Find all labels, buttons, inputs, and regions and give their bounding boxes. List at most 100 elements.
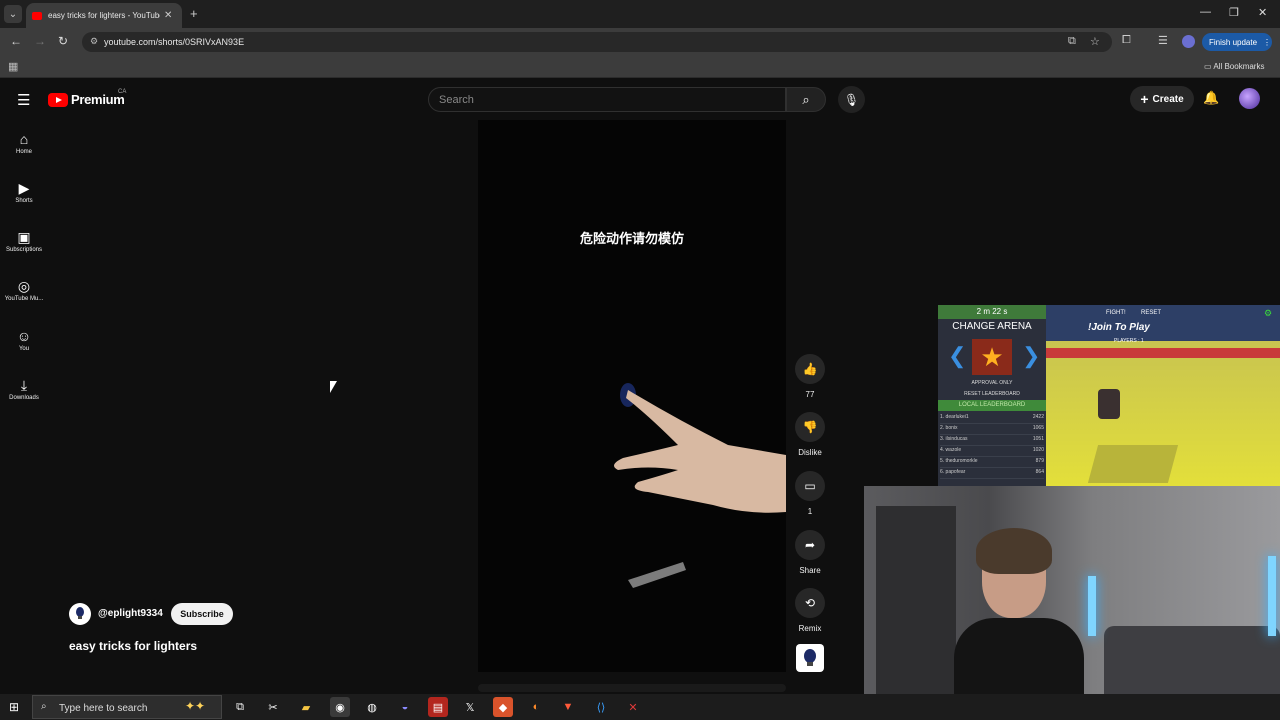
- sidebar-label: Home: [15, 149, 32, 155]
- account-avatar[interactable]: [1239, 88, 1260, 109]
- sidebar-label: Shorts: [15, 198, 33, 204]
- remix-icon[interactable]: ⟲: [795, 588, 825, 618]
- youtube-logo[interactable]: Premium CA: [48, 89, 127, 107]
- red-x-app-icon[interactable]: ✕: [623, 697, 643, 717]
- search-icon: ⌕: [41, 701, 47, 712]
- like-action[interactable]: 👍 77: [794, 354, 826, 399]
- fight-label: FIGHT!: [1106, 310, 1126, 316]
- lightbulb-icon: [804, 649, 816, 666]
- share-action[interactable]: ➦ Share: [794, 530, 826, 575]
- leaderboard-row: 3. ilsinducas 1051: [940, 436, 1044, 446]
- music-icon: ◎: [17, 278, 31, 294]
- tab-search-button[interactable]: ⌄: [4, 5, 22, 23]
- players-label: PLAYERS : 1: [1114, 338, 1144, 344]
- subscribe-button[interactable]: Subscribe: [171, 603, 233, 625]
- reset-leaderboard-label: RESET LEADERBOARD: [964, 391, 1020, 397]
- youtube-favicon-icon: [32, 11, 42, 20]
- logo-text: Premium: [71, 92, 125, 107]
- site-info-icon[interactable]: ⚙: [90, 36, 98, 47]
- restore-icon[interactable]: ❐: [1229, 6, 1239, 19]
- voice-search-button[interactable]: 🎙: [838, 86, 865, 113]
- bookmark-star-icon[interactable]: ☆: [1090, 35, 1100, 48]
- browser-tab[interactable]: easy tricks for lighters - YouTube ✕: [26, 3, 182, 28]
- sidebar-item-downloads[interactable]: ⤓ Downloads: [0, 377, 48, 417]
- task-view-icon[interactable]: ⧉: [230, 697, 250, 717]
- channel-avatar[interactable]: [69, 603, 91, 625]
- close-window-icon[interactable]: ✕: [1258, 6, 1267, 19]
- comment-icon[interactable]: ▭: [795, 471, 825, 501]
- dislike-action[interactable]: 👎 Dislike: [794, 412, 826, 457]
- new-tab-button[interactable]: +: [190, 6, 198, 21]
- sidebar-item-youtube-music[interactable]: ◎ YouTube Mu...: [0, 278, 48, 318]
- like-icon[interactable]: 👍: [795, 354, 825, 384]
- forward-icon[interactable]: →: [34, 34, 46, 48]
- shorts-video-player[interactable]: 危险动作请勿模仿: [478, 120, 786, 672]
- sidebar-item-you[interactable]: ☺ You: [0, 328, 48, 368]
- leaderboard-score: 1051: [1032, 436, 1044, 442]
- red-app-icon[interactable]: ◆: [493, 697, 513, 717]
- sidebar-item-subscriptions[interactable]: ▣ Subscriptions: [0, 229, 48, 269]
- comments-action[interactable]: ▭ 1: [794, 471, 826, 516]
- taskbar-search-input[interactable]: ⌕ Type here to search ✦✦: [32, 695, 222, 719]
- dislike-icon[interactable]: 👎: [795, 412, 825, 442]
- sidebar-label: Downloads: [9, 395, 39, 401]
- dislike-label: Dislike: [798, 448, 822, 457]
- sidebar-item-home[interactable]: ⌂ Home: [0, 131, 48, 171]
- extensions-icon[interactable]: ⧠: [1122, 34, 1131, 47]
- sidebar-label: Subscriptions: [5, 247, 43, 253]
- chrome-icon[interactable]: ◉: [330, 697, 350, 717]
- reset-label: RESET: [1141, 310, 1162, 316]
- share-icon[interactable]: ➦: [795, 530, 825, 560]
- leaderboard-name: 6. papofear: [940, 469, 966, 475]
- install-app-icon[interactable]: ⧉: [1068, 35, 1076, 48]
- profile-icon[interactable]: [1182, 35, 1195, 48]
- reload-icon[interactable]: ↻: [58, 34, 68, 48]
- brave-icon[interactable]: ▼: [558, 697, 578, 717]
- x-app-icon[interactable]: 𝕏: [460, 697, 480, 717]
- leaderboard-score: 879: [1035, 458, 1044, 464]
- folder-icon: ▭: [1204, 62, 1212, 71]
- sound-channel-thumbnail[interactable]: [796, 644, 824, 672]
- vscode-icon[interactable]: ⟨⟩: [591, 697, 611, 717]
- share-label: Share: [799, 566, 821, 575]
- back-icon[interactable]: ←: [10, 34, 22, 48]
- windows-start-icon[interactable]: ⊞: [9, 700, 19, 714]
- address-bar[interactable]: ⚙ youtube.com/shorts/0SRIVxAN93E ⧉ ☆: [82, 32, 1112, 52]
- search-input[interactable]: Search: [428, 87, 786, 112]
- windows-taskbar: ⊞ ⌕ Type here to search ✦✦ ⧉ ✂ ▰ ◉ ◍ ◒ ▤…: [0, 694, 1280, 720]
- microphone-icon: 🎙: [843, 92, 860, 107]
- sidebar-item-shorts[interactable]: ▶ Shorts: [0, 180, 48, 220]
- webcam-background-door: [876, 506, 956, 694]
- file-explorer-icon[interactable]: ▰: [296, 697, 316, 717]
- minimize-icon[interactable]: —: [1200, 6, 1211, 18]
- game-launcher-icon[interactable]: ▤: [428, 697, 448, 717]
- leaderboard-row: 2. bonix 1065: [940, 425, 1044, 435]
- create-button[interactable]: + Create: [1130, 86, 1194, 112]
- tab-title: easy tricks for lighters - YouTube: [48, 11, 160, 20]
- chevron-left-icon: ❮: [948, 343, 967, 368]
- finish-update-button[interactable]: Finish update ⋮: [1202, 33, 1272, 51]
- capcut-icon[interactable]: ✂: [263, 697, 283, 717]
- close-tab-icon[interactable]: ✕: [164, 10, 172, 21]
- led-light: [1268, 556, 1276, 636]
- search-button[interactable]: ⌕: [786, 87, 826, 112]
- obs-icon[interactable]: ◍: [362, 697, 382, 717]
- remix-action[interactable]: ⟲ Remix: [794, 588, 826, 633]
- channel-name[interactable]: @eplight9334: [98, 608, 163, 619]
- browser-toolbar: ← → ↻ ⚙ youtube.com/shorts/0SRIVxAN93E ⧉…: [0, 28, 1280, 56]
- blender-icon[interactable]: ◐: [526, 697, 546, 717]
- reading-list-icon[interactable]: ☰: [1158, 34, 1168, 47]
- logo-region: CA: [118, 89, 127, 95]
- leaderboard-score: 864: [1035, 469, 1044, 475]
- leaderboard-score: 1020: [1032, 447, 1044, 453]
- taskbar-search-placeholder: Type here to search: [59, 703, 148, 714]
- apps-grid-icon[interactable]: ▦: [8, 60, 18, 73]
- webcam-background-couch: [1104, 626, 1280, 694]
- all-bookmarks[interactable]: ▭ All Bookmarks: [1204, 62, 1264, 71]
- more-menu-icon: ⋮: [1263, 37, 1272, 47]
- bookmarks-bar: ▦ ▭ All Bookmarks: [0, 56, 1280, 78]
- plus-icon: +: [1140, 91, 1149, 107]
- discord-icon[interactable]: ◒: [395, 697, 415, 717]
- notifications-bell-icon[interactable]: 🔔: [1203, 90, 1219, 106]
- menu-icon[interactable]: ☰: [17, 91, 30, 109]
